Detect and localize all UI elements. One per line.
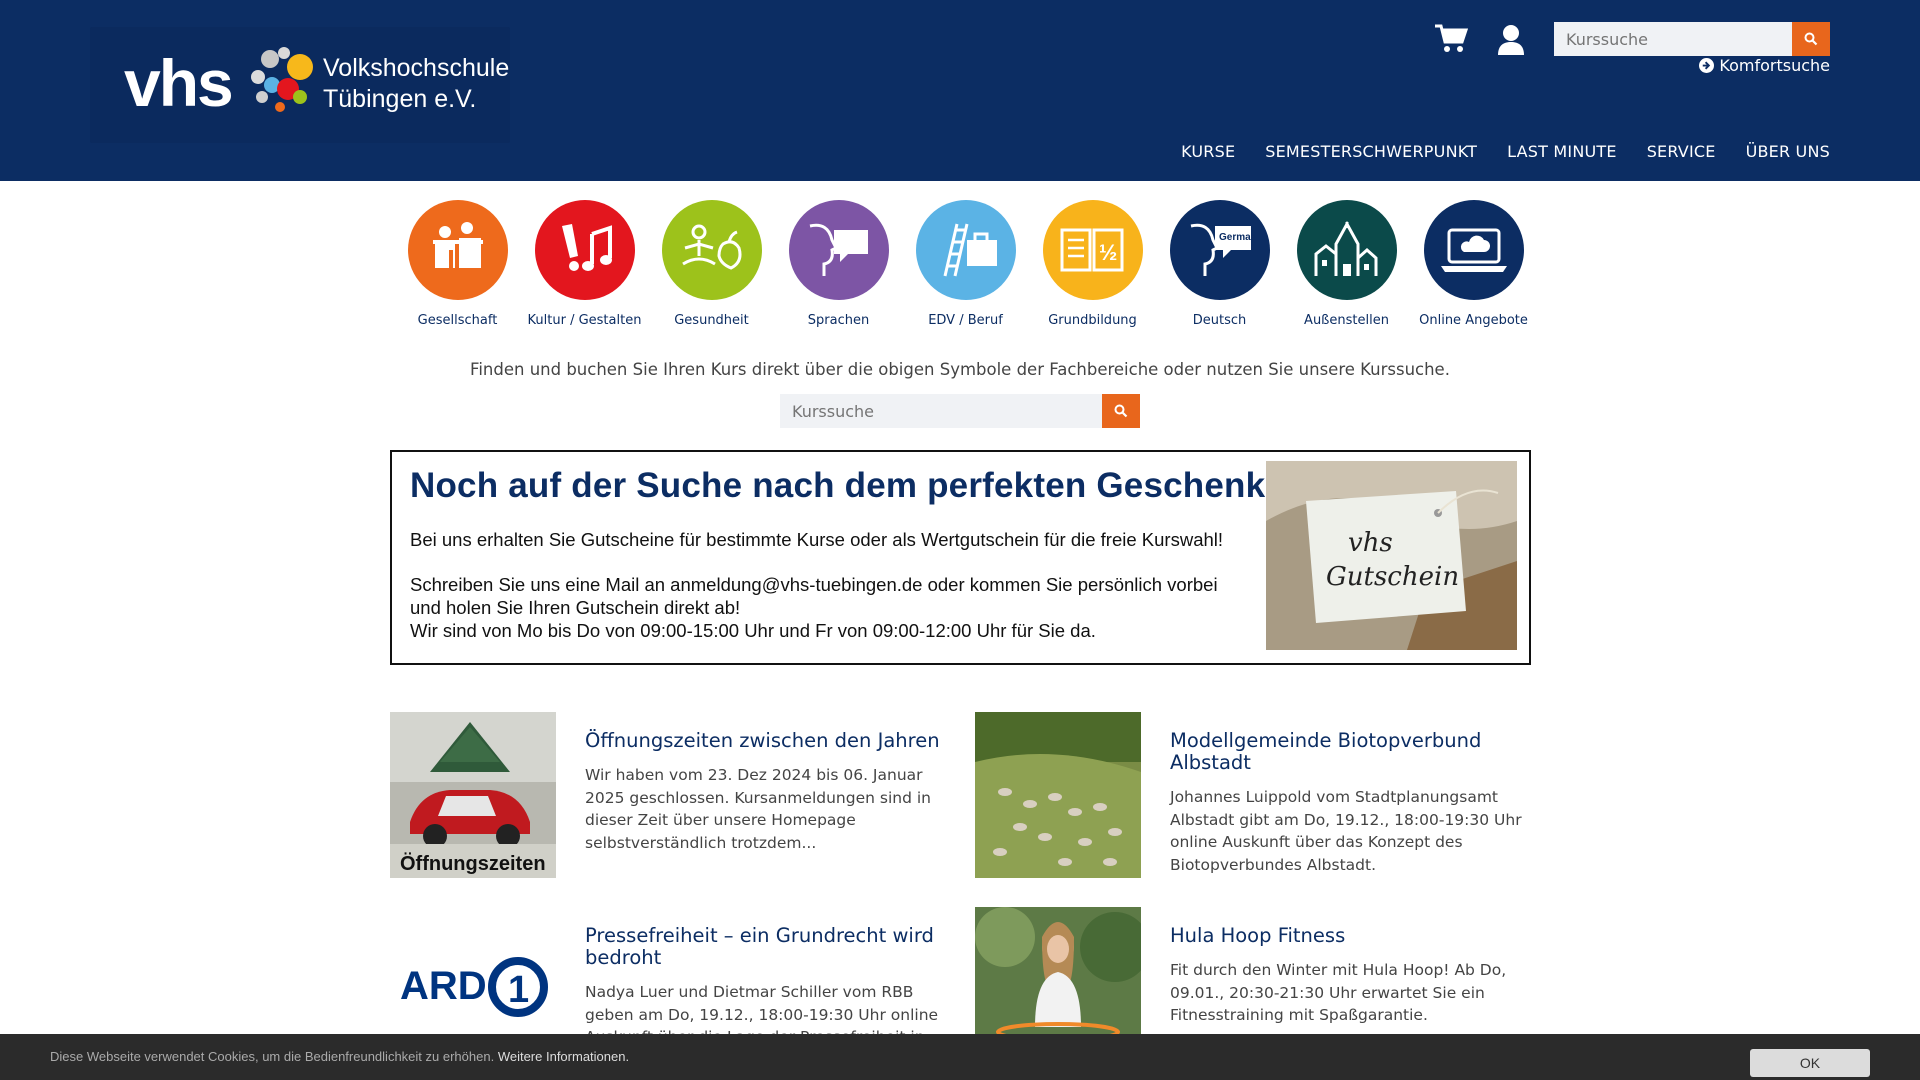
news-text: Wir haben vom 23. Dez 2024 bis 06. Janua…: [585, 766, 931, 852]
search-icon: [1114, 404, 1128, 418]
category-online-angebote[interactable]: Online Angebote: [1410, 200, 1537, 328]
category-gesellschaft[interactable]: Gesellschaft: [394, 200, 521, 328]
course-search-input[interactable]: [780, 394, 1102, 428]
gift-voucher-banner[interactable]: Noch auf der Suche nach dem perfekten Ge…: [390, 450, 1531, 665]
category-label: Online Angebote: [1419, 313, 1528, 328]
news-text: Johannes Luippold vom Stadtplanungsamt A…: [1170, 788, 1522, 874]
category-label: Grundbildung: [1048, 313, 1137, 328]
news-body: Pressefreiheit – ein Grundrecht wird bed…: [585, 925, 955, 1049]
book-half-icon: ½: [1042, 200, 1143, 300]
news-title[interactable]: Pressefreiheit – ein Grundrecht wird bed…: [585, 925, 955, 969]
german-icon-text: German: [1219, 232, 1255, 243]
nav-kurse[interactable]: KURSE: [1181, 142, 1235, 161]
banner-line3: Wir sind von Mo bis Do von 09:00-15:00 U…: [410, 620, 1096, 641]
category-deutsch[interactable]: German Deutsch: [1156, 200, 1283, 328]
news-thumbnail[interactable]: Öffnungszeiten: [390, 712, 556, 878]
voucher-image: vhs Gutschein: [1266, 461, 1517, 650]
svg-text:½: ½: [1099, 240, 1117, 265]
cookie-text-wrap: Diese Webseite verwendet Cookies, um die…: [50, 1049, 629, 1064]
news-title[interactable]: Hula Hoop Fitness: [1170, 925, 1540, 947]
banner-line1: Bei uns erhalten Sie Gutscheine für best…: [410, 529, 1224, 550]
nav-service[interactable]: SERVICE: [1647, 142, 1716, 161]
svg-text:1: 1: [508, 969, 529, 1011]
banner-text: Bei uns erhalten Sie Gutscheine für best…: [410, 528, 1250, 642]
logo-name: Volkshochschule Tübingen e.V.: [323, 53, 509, 115]
cookie-bar: Diese Webseite verwendet Cookies, um die…: [0, 1034, 1920, 1080]
arrow-circle-right-icon: [1699, 58, 1715, 73]
voucher-text-gutschein: Gutschein: [1326, 562, 1459, 592]
category-edv-beruf[interactable]: EDV / Beruf: [902, 200, 1029, 328]
news-body: Modellgemeinde Biotopverbund Albstadt Jo…: [1170, 730, 1540, 876]
course-search: [780, 394, 1140, 428]
thumbnail-caption: Öffnungszeiten: [400, 852, 546, 875]
intro-text: Finden und buchen Sie Ihren Kurs direkt …: [470, 360, 1450, 379]
logo-wordmark: vhs: [124, 46, 234, 120]
news-text: Fit durch den Winter mit Hula Hoop! Ab D…: [1170, 961, 1507, 1024]
cookie-more-info-link[interactable]: Weitere Informationen.: [498, 1049, 629, 1064]
cookie-text: Diese Webseite verwendet Cookies, um die…: [50, 1049, 495, 1064]
komfortsuche-label: Komfortsuche: [1719, 56, 1830, 75]
header-search-input[interactable]: [1554, 22, 1792, 56]
main-navigation: KURSE SEMESTERSCHWERPUNKT LAST MINUTE SE…: [1181, 142, 1830, 161]
category-label: Außenstellen: [1304, 313, 1389, 328]
category-kultur-gestalten[interactable]: Kultur / Gestalten: [521, 200, 648, 328]
banner-title: Noch auf der Suche nach dem perfekten Ge…: [410, 466, 1287, 505]
news-title[interactable]: Öffnungszeiten zwischen den Jahren: [585, 730, 955, 752]
vhs-logo[interactable]: vhs Volkshochschule Tübingen e.V.: [90, 27, 510, 143]
category-label: Deutsch: [1192, 313, 1247, 328]
course-search-button[interactable]: [1102, 394, 1140, 428]
nav-last-minute[interactable]: LAST MINUTE: [1507, 142, 1617, 161]
category-label: Sprachen: [807, 313, 870, 328]
meditation-apple-icon: [661, 200, 762, 300]
laptop-cloud-icon: [1423, 200, 1524, 300]
category-aussenstellen[interactable]: Außenstellen: [1283, 200, 1410, 328]
news-title[interactable]: Modellgemeinde Biotopverbund Albstadt: [1170, 730, 1540, 774]
nav-ueber-uns[interactable]: ÜBER UNS: [1746, 142, 1830, 161]
people-icon: [407, 200, 508, 300]
category-gesundheit[interactable]: Gesundheit: [648, 200, 775, 328]
logo-name-line1: Volkshochschule: [323, 54, 510, 82]
category-grundbildung[interactable]: ½ Grundbildung: [1029, 200, 1156, 328]
logo-name-line2: Tübingen e.V.: [323, 85, 477, 113]
nav-semesterschwerpunkt[interactable]: SEMESTERSCHWERPUNKT: [1265, 142, 1477, 161]
cookie-ok-button[interactable]: OK: [1750, 1049, 1870, 1077]
category-label: Gesundheit: [674, 313, 749, 328]
header-search-button[interactable]: [1792, 22, 1830, 56]
banner-line2: Schreiben Sie uns eine Mail an anmeldung…: [410, 574, 1218, 618]
header-search: [1554, 22, 1830, 56]
komfortsuche-link[interactable]: Komfortsuche: [1699, 56, 1830, 75]
category-label: Gesellschaft: [417, 313, 498, 328]
news-item: Öffnungszeiten Öffnungszeiten zwischen d…: [390, 712, 950, 882]
news-item: Modellgemeinde Biotopverbund Albstadt Jo…: [975, 712, 1535, 882]
voucher-text-vhs: vhs: [1348, 528, 1393, 558]
ard-logo-text: ARD: [400, 964, 487, 1008]
news-body: Hula Hoop Fitness Fit durch den Winter m…: [1170, 925, 1540, 1027]
category-icons: Gesellschaft Kultur / Gestalten Gesundhe…: [394, 200, 1537, 328]
speech-german-icon: German: [1169, 200, 1270, 300]
news-thumbnail[interactable]: [975, 712, 1141, 878]
search-icon: [1804, 32, 1818, 46]
ladder-briefcase-icon: [915, 200, 1016, 300]
category-label: Kultur / Gestalten: [527, 313, 642, 328]
news-body: Öffnungszeiten zwischen den Jahren Wir h…: [585, 730, 955, 854]
cart-icon[interactable]: [1434, 24, 1472, 58]
speech-head-icon: [788, 200, 889, 300]
site-header: vhs Volkshochschule Tübingen e.V. Kom: [0, 0, 1920, 181]
user-icon[interactable]: [1496, 24, 1534, 58]
category-label: EDV / Beruf: [928, 313, 1003, 328]
category-sprachen[interactable]: Sprachen: [775, 200, 902, 328]
brush-music-icon: [534, 200, 635, 300]
village-icon: [1296, 200, 1397, 300]
